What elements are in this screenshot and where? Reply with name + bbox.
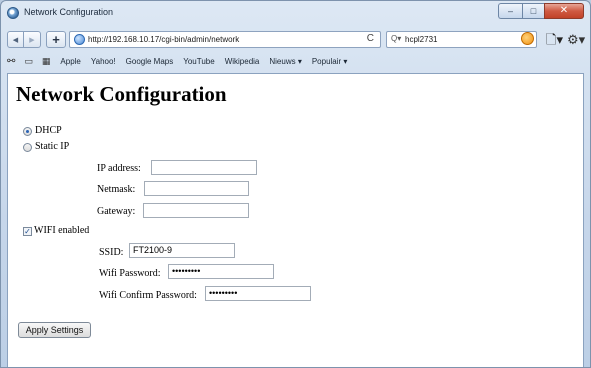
window-controls: – □ ✕ [498,3,584,20]
static-ip-label: Static IP [35,141,70,152]
gateway-label: Gateway: [97,206,136,217]
page-menu-icon[interactable]: 🗋▾ [546,31,563,48]
gateway-field[interactable] [143,203,249,218]
wifi-password-field[interactable]: ••••••••• [168,264,274,279]
close-button[interactable]: ✕ [544,3,584,19]
wifi-confirm-password-label: Wifi Confirm Password: [99,290,197,301]
grid-icon[interactable]: ▦ [42,56,51,67]
navigation-toolbar: ◀ ▶ + http://192.168.10.17/cgi-bin/admin… [1,27,590,53]
page-title: Network Configuration [16,82,227,106]
forward-button[interactable]: ▶ [24,31,41,48]
minimize-button[interactable]: – [498,3,522,19]
title-bar: Network Configuration – □ ✕ [1,1,590,27]
back-button[interactable]: ◀ [7,31,24,48]
reload-icon[interactable]: C [367,33,374,44]
netmask-label: Netmask: [97,184,136,195]
globe-icon [7,7,19,19]
bookmark-wikipedia[interactable]: Wikipedia [225,57,260,66]
bookmarks-bar: ⚯ ▭ ▦ Apple Yahoo! Google Maps YouTube W… [1,53,590,70]
search-box[interactable]: Q▾ hcpl2731 [386,31,537,48]
apply-settings-button[interactable]: Apply Settings [18,322,91,338]
wifi-enabled-checkbox[interactable]: ✓ [23,227,32,236]
maximize-button[interactable]: □ [522,3,544,19]
back-forward-group: ◀ ▶ [7,31,41,48]
search-input[interactable]: hcpl2731 [405,35,437,44]
add-bookmark-icon[interactable] [521,32,534,45]
bookmark-google-maps[interactable]: Google Maps [126,57,174,66]
dhcp-label: DHCP [35,125,62,136]
wifi-confirm-password-field[interactable]: ••••••••• [205,286,311,301]
search-icon[interactable]: Q▾ [391,34,401,43]
ssid-label: SSID: [99,247,124,258]
wifi-enabled-label: WIFI enabled [34,225,90,236]
wifi-password-label: Wifi Password: [99,268,161,279]
static-ip-radio[interactable] [23,143,32,152]
page-content: Network Configuration DHCP Static IP IP … [7,73,584,367]
window-title: Network Configuration [24,7,114,17]
book-icon[interactable]: ▭ [24,56,33,67]
url-text[interactable]: http://192.168.10.17/cgi-bin/admin/netwo… [88,35,239,44]
bookmark-yahoo[interactable]: Yahoo! [91,57,116,66]
netmask-field[interactable] [144,181,249,196]
ip-address-field[interactable] [151,160,257,175]
browser-window: Network Configuration – □ ✕ ◀ ▶ + http:/… [0,0,591,368]
reader-glasses-icon[interactable]: ⚯ [7,56,15,67]
address-bar[interactable]: http://192.168.10.17/cgi-bin/admin/netwo… [69,31,381,48]
bookmark-nieuws[interactable]: Nieuws ▾ [269,57,301,66]
ssid-field[interactable]: FT2100-9 [129,243,235,258]
dhcp-radio[interactable] [23,127,32,136]
ip-address-label: IP address: [97,163,141,174]
bookmark-populair[interactable]: Populair ▾ [312,57,348,66]
gear-icon[interactable]: ⚙▾ [567,31,585,48]
site-globe-icon [74,34,85,45]
new-tab-button[interactable]: + [46,31,66,48]
bookmark-youtube[interactable]: YouTube [183,57,214,66]
bookmark-apple[interactable]: Apple [60,57,80,66]
